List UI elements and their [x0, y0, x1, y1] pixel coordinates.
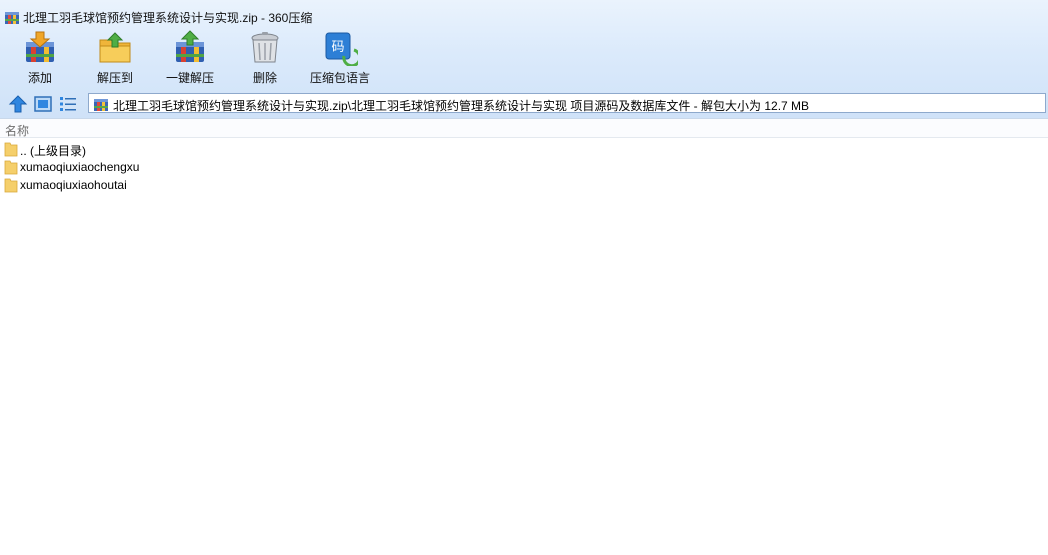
navigation-bar: 北理工羽毛球馆预约管理系统设计与实现.zip\北理工羽毛球馆预约管理系统设计与实…	[0, 92, 1048, 116]
list-item[interactable]: xumaoqiuxiaohoutai	[0, 176, 1048, 194]
encoding-icon: 码	[325, 32, 358, 66]
delete-label: 删除	[252, 71, 277, 85]
file-list: .. (上级目录) xumaoqiuxiaochengxu xumaoqiuxi…	[0, 140, 1048, 194]
delete-button[interactable]: 删除	[235, 30, 295, 88]
column-header: 名称	[0, 118, 1048, 138]
name-column-header[interactable]: 名称	[5, 122, 29, 139]
add-label: 添加	[27, 71, 52, 85]
quick-extract-icon	[176, 30, 204, 62]
encoding-glyph: 码	[331, 40, 344, 55]
toolbar-area: 北理工羽毛球馆预约管理系统设计与实现.zip - 360压缩 添加 解压到 一键…	[0, 0, 1048, 118]
extract-to-button[interactable]: 解压到	[85, 30, 145, 88]
quick-extract-label: 一键解压	[165, 71, 214, 85]
window-title: 北理工羽毛球馆预约管理系统设计与实现.zip - 360压缩	[23, 11, 313, 25]
list-item-name: .. (上级目录)	[20, 144, 86, 158]
main-toolbar: 添加 解压到 一键解压 删除 码 压缩包语言	[0, 30, 400, 88]
quick-extract-button[interactable]: 一键解压	[160, 30, 220, 88]
extract-to-folder-icon	[99, 32, 131, 63]
folder-icon	[4, 178, 18, 193]
list-item[interactable]: xumaoqiuxiaochengxu	[0, 158, 1048, 176]
title-bar: 北理工羽毛球馆预约管理系统设计与实现.zip - 360压缩	[0, 0, 1048, 32]
extract-to-label: 解压到	[96, 71, 133, 85]
folder-icon	[4, 142, 18, 157]
list-item-name: xumaoqiuxiaochengxu	[20, 160, 140, 174]
folder-icon	[4, 160, 18, 175]
trash-can-icon	[251, 32, 279, 63]
add-button[interactable]: 添加	[10, 30, 70, 88]
add-archive-icon	[26, 31, 54, 62]
list-item-parent-dir[interactable]: .. (上级目录)	[0, 140, 1048, 158]
zip-file-icon	[94, 99, 108, 111]
address-bar[interactable]: 北理工羽毛球馆预约管理系统设计与实现.zip\北理工羽毛球馆预约管理系统设计与实…	[88, 93, 1046, 113]
archive-language-label: 压缩包语言	[310, 71, 371, 85]
up-arrow-icon[interactable]	[8, 94, 28, 114]
archive-language-button[interactable]: 码 压缩包语言	[310, 30, 370, 88]
list-item-name: xumaoqiuxiaohoutai	[20, 178, 127, 192]
archive-icon	[5, 12, 19, 24]
list-view-icon[interactable]	[58, 94, 78, 114]
thumbnail-view-icon[interactable]	[33, 94, 53, 114]
address-path: 北理工羽毛球馆预约管理系统设计与实现.zip\北理工羽毛球馆预约管理系统设计与实…	[113, 99, 810, 113]
